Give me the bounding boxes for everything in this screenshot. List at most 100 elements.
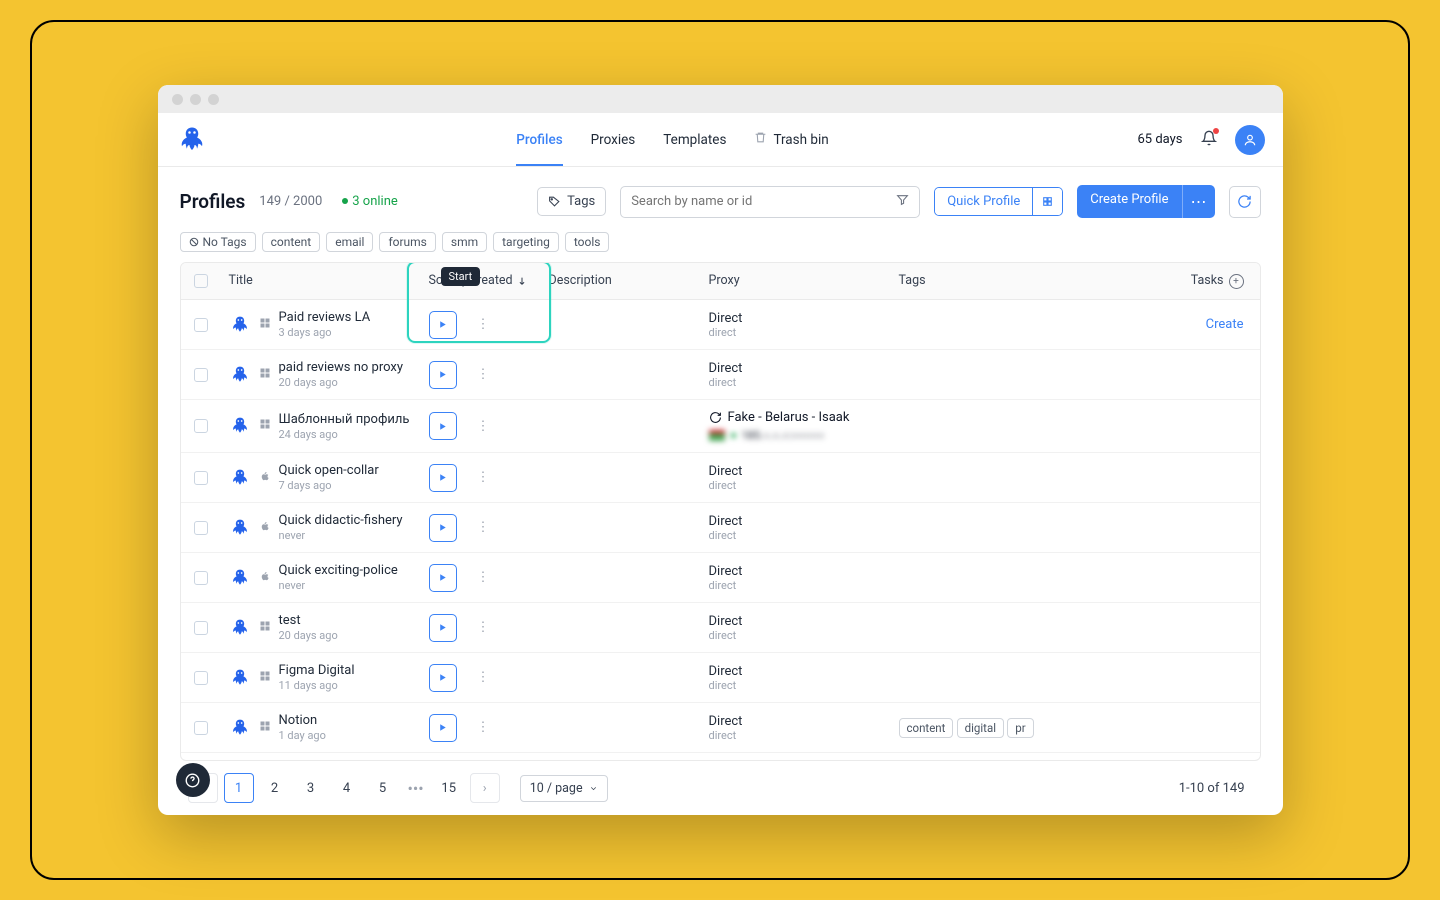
profile-name[interactable]: Quick didactic-fishery: [279, 513, 403, 528]
column-tags[interactable]: Tags: [891, 263, 1151, 299]
proxy-cell: Directdirect: [701, 554, 891, 602]
profile-name[interactable]: Quick open-collar: [279, 463, 379, 478]
row-menu-icon[interactable]: ⋮: [471, 419, 496, 434]
page-number[interactable]: 2: [260, 773, 290, 803]
row-menu-icon[interactable]: ⋮: [471, 470, 496, 485]
tags-button[interactable]: Tags: [537, 187, 606, 216]
start-button[interactable]: [429, 361, 457, 389]
row-checkbox[interactable]: [194, 318, 208, 332]
row-checkbox[interactable]: [194, 621, 208, 635]
row-checkbox[interactable]: [194, 419, 208, 433]
row-checkbox[interactable]: [194, 368, 208, 382]
row-menu-icon[interactable]: ⋮: [471, 620, 496, 635]
notifications-icon[interactable]: [1201, 130, 1217, 150]
create-profile-dropdown[interactable]: ⋯: [1182, 185, 1215, 218]
description-cell: [541, 568, 701, 588]
profile-name[interactable]: Шаблонный профиль: [279, 412, 410, 427]
page-next[interactable]: ›: [470, 773, 500, 803]
profile-name[interactable]: paid reviews no proxy: [279, 360, 404, 375]
table-row: wild-sow7 days ago⋮[Template: тест]Direc…: [181, 753, 1260, 760]
row-checkbox[interactable]: [194, 521, 208, 535]
row-checkbox[interactable]: [194, 671, 208, 685]
quick-profile-dropdown[interactable]: [1032, 188, 1062, 215]
column-description[interactable]: Description: [541, 263, 701, 299]
filter-tag[interactable]: No Tags: [180, 232, 256, 252]
start-button[interactable]: [429, 614, 457, 642]
row-menu-icon[interactable]: ⋮: [471, 520, 496, 535]
proxy-cell: Directdirect: [701, 704, 891, 752]
filter-tag[interactable]: targeting: [493, 232, 559, 252]
start-button[interactable]: [429, 714, 457, 742]
tags-cell: [891, 668, 1151, 688]
help-button[interactable]: [176, 763, 210, 797]
proxy-cell: Fake - Belarus - Isaak185.○.○.○:○○○○○: [701, 400, 891, 452]
tags-cell: [891, 468, 1151, 488]
nav-tab-trash-bin[interactable]: Trash bin: [754, 113, 828, 166]
os-icon: [259, 418, 271, 434]
profile-name[interactable]: Notion: [279, 713, 326, 728]
start-button[interactable]: [429, 514, 457, 542]
row-menu-icon[interactable]: ⋮: [471, 367, 496, 382]
profile-name[interactable]: Paid reviews LA: [279, 310, 371, 325]
user-avatar[interactable]: [1235, 125, 1265, 155]
filter-tag[interactable]: smm: [442, 232, 487, 252]
table-row: Quick didactic-fisherynever⋮Directdirect: [181, 503, 1260, 553]
refresh-button[interactable]: [1229, 186, 1261, 218]
start-button[interactable]: [429, 311, 457, 339]
profile-name[interactable]: Quick exciting-police: [279, 563, 398, 578]
page-size-select[interactable]: 10 / page: [520, 775, 608, 802]
os-icon: [259, 520, 271, 536]
column-sort[interactable]: Sort by created: [421, 263, 541, 299]
row-checkbox[interactable]: [194, 571, 208, 585]
row-menu-icon[interactable]: ⋮: [471, 317, 496, 332]
traffic-light-close[interactable]: [172, 94, 183, 105]
tags-cell: [891, 518, 1151, 538]
column-proxy[interactable]: Proxy: [701, 263, 891, 299]
row-menu-icon[interactable]: ⋮: [471, 670, 496, 685]
proxy-cell: Directdirect: [701, 604, 891, 652]
row-checkbox[interactable]: [194, 721, 208, 735]
nav-tab-templates[interactable]: Templates: [663, 113, 726, 166]
nav-tab-profiles[interactable]: Profiles: [516, 113, 562, 166]
page-number[interactable]: 5: [368, 773, 398, 803]
traffic-light-minimize[interactable]: [190, 94, 201, 105]
proxy-cell: Directdirect: [701, 454, 891, 502]
column-tasks[interactable]: Tasks+: [1180, 263, 1260, 299]
app-logo: [176, 124, 208, 156]
filter-icon[interactable]: [896, 193, 909, 210]
os-icon: [259, 317, 271, 333]
start-button[interactable]: [429, 564, 457, 592]
table-header: Title Sort by created Description Proxy …: [181, 263, 1260, 300]
quick-profile-button[interactable]: Quick Profile: [934, 187, 1063, 216]
task-cell: [1180, 618, 1260, 638]
profile-name[interactable]: Figma Digital: [279, 663, 355, 678]
task-cell: [1180, 518, 1260, 538]
start-button[interactable]: [429, 412, 457, 440]
nav-tab-proxies[interactable]: Proxies: [591, 113, 636, 166]
row-checkbox[interactable]: [194, 471, 208, 485]
proxy-cell: Directdirect: [701, 504, 891, 552]
table-row: Figma Digital11 days ago⋮Directdirect: [181, 653, 1260, 703]
start-button[interactable]: [429, 664, 457, 692]
page-title: Profiles: [180, 190, 246, 213]
search-input[interactable]: [620, 186, 920, 218]
select-all-checkbox[interactable]: [194, 274, 208, 288]
page-number[interactable]: 1: [224, 773, 254, 803]
profile-name[interactable]: test: [279, 613, 338, 628]
traffic-light-zoom[interactable]: [208, 94, 219, 105]
start-button[interactable]: [429, 464, 457, 492]
filter-tag[interactable]: tools: [565, 232, 610, 252]
page-number[interactable]: 3: [296, 773, 326, 803]
page-number[interactable]: 4: [332, 773, 362, 803]
table-row: Notion1 day ago⋮Directdirectcontent digi…: [181, 703, 1260, 753]
add-task-column-icon[interactable]: +: [1229, 274, 1244, 289]
row-menu-icon[interactable]: ⋮: [471, 720, 496, 735]
row-menu-icon[interactable]: ⋮: [471, 570, 496, 585]
create-profile-button[interactable]: Create Profile ⋯: [1077, 185, 1214, 218]
page-last[interactable]: 15: [434, 773, 464, 803]
filter-tag[interactable]: email: [326, 232, 373, 252]
column-title[interactable]: Title: [221, 263, 421, 299]
filter-tag[interactable]: content: [262, 232, 321, 252]
task-cell[interactable]: Create: [1180, 307, 1260, 342]
filter-tag[interactable]: forums: [379, 232, 435, 252]
